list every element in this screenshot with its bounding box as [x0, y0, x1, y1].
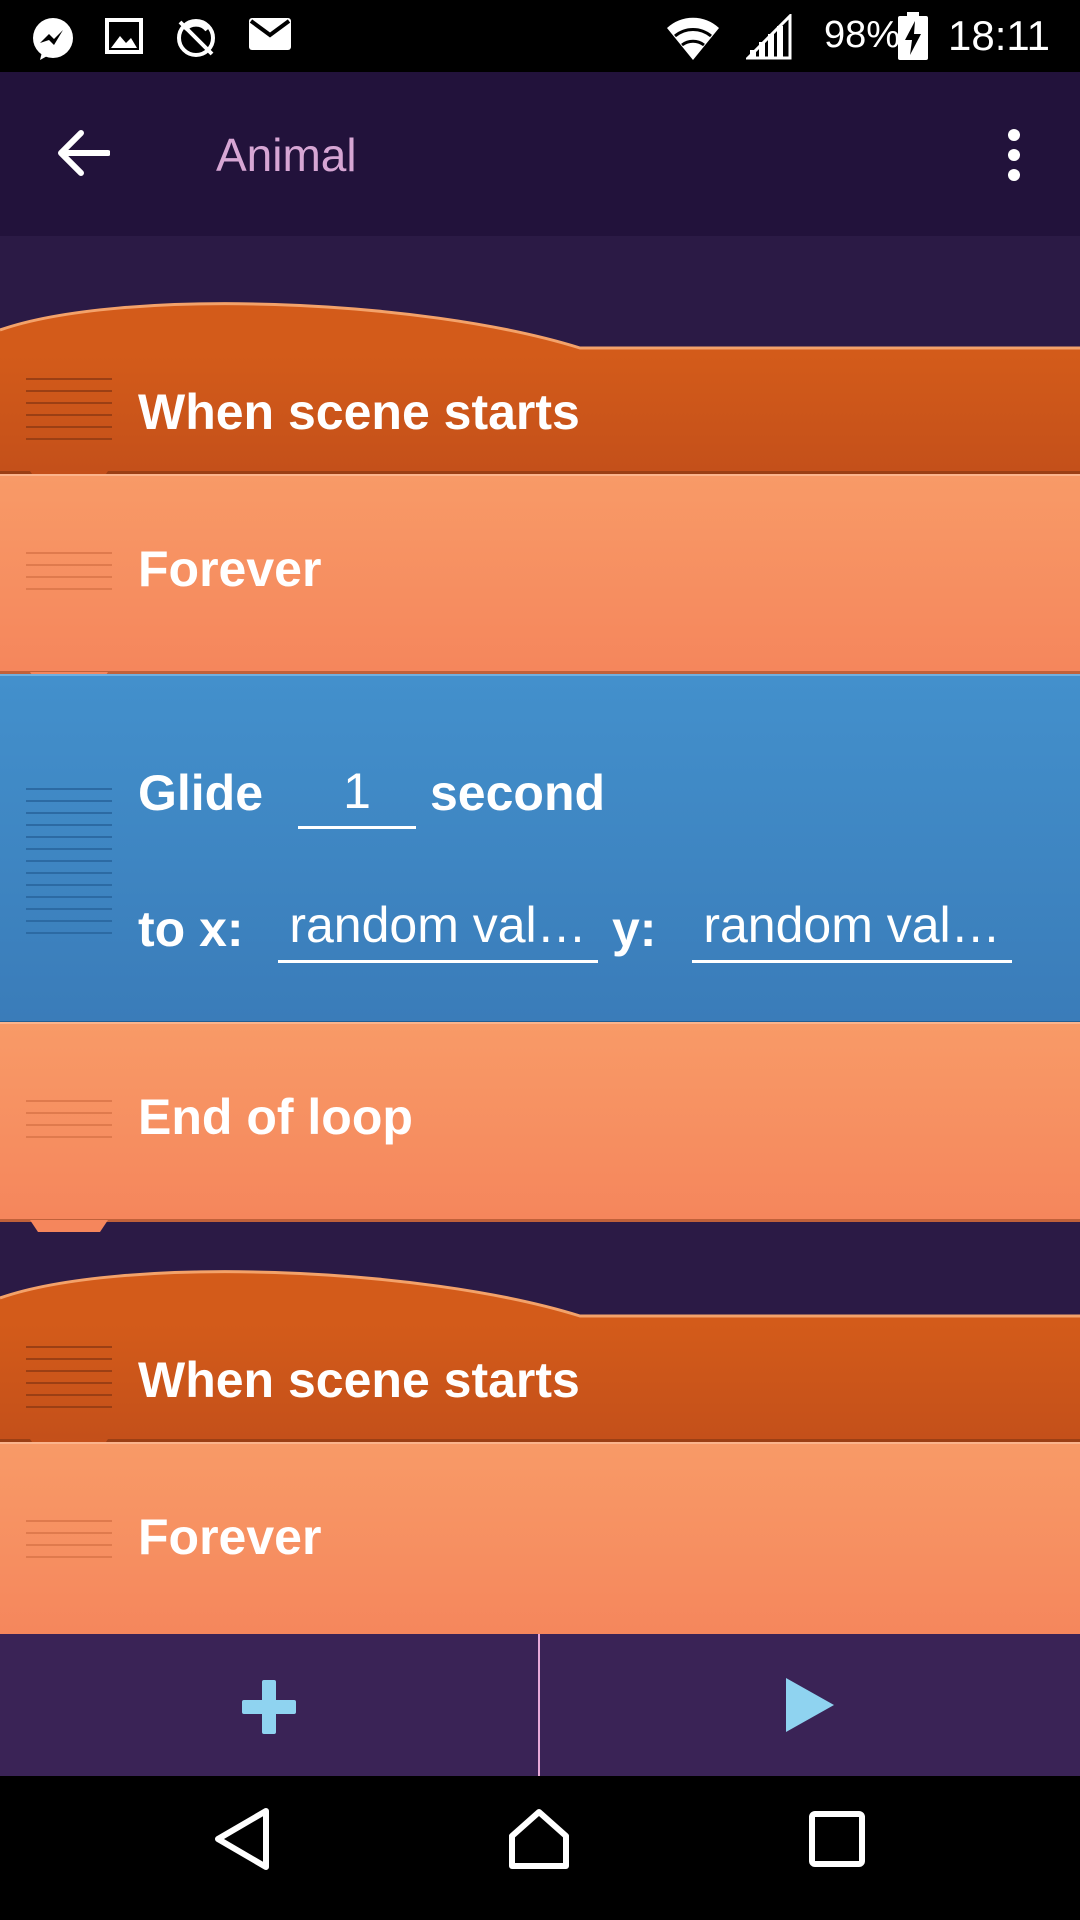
x-value-input[interactable]: random val… — [278, 896, 598, 963]
play-icon — [786, 1678, 834, 1732]
glide-brick[interactable]: Glide 1 second to x: random val… y: rand… — [0, 674, 1080, 1034]
drag-handle-icon[interactable] — [26, 1346, 112, 1418]
seconds-input[interactable]: 1 — [298, 762, 416, 829]
bottom-bar — [0, 1634, 1080, 1776]
more-vert-icon[interactable] — [1000, 128, 1028, 187]
gallery-icon — [104, 16, 144, 61]
plus-icon — [242, 1680, 296, 1734]
seconds-unit-label: second — [430, 765, 606, 821]
home-icon[interactable] — [506, 1806, 572, 1877]
messenger-icon — [30, 16, 76, 67]
brick-label: Forever — [138, 541, 322, 597]
arrow-back-icon[interactable] — [56, 128, 111, 183]
mail-icon — [248, 16, 292, 57]
recents-square-icon[interactable] — [808, 1810, 866, 1873]
signal-icon — [744, 12, 792, 65]
y-label: y: — [612, 901, 657, 957]
battery-charging-icon — [898, 12, 928, 65]
page-title: Animal — [216, 129, 357, 181]
to-x-label: to x: — [138, 901, 244, 957]
when-scene-starts-brick[interactable]: When scene starts — [0, 1264, 1080, 1451]
app-bar: Animal — [0, 72, 1080, 236]
brick-label: Forever — [138, 1509, 322, 1565]
brick-label: End of loop — [138, 1089, 413, 1145]
add-brick-button[interactable] — [0, 1634, 538, 1776]
system-nav-bar — [0, 1776, 1080, 1920]
forever-brick[interactable]: Forever — [0, 1442, 1080, 1636]
play-button[interactable] — [540, 1634, 1078, 1776]
drag-handle-icon[interactable] — [26, 788, 112, 944]
glide-label: Glide — [138, 765, 264, 821]
clock: 18:11 — [948, 12, 1050, 59]
drag-handle-icon[interactable] — [26, 1520, 112, 1568]
status-bar: 98% 18:11 — [0, 0, 1080, 72]
no-sync-icon — [174, 16, 218, 65]
battery-percent: 98% — [824, 14, 901, 56]
drag-handle-icon[interactable] — [26, 1100, 112, 1148]
forever-brick[interactable]: Forever — [0, 474, 1080, 684]
back-triangle-icon[interactable] — [212, 1806, 272, 1877]
brick-notch — [30, 1220, 108, 1232]
drag-handle-icon[interactable] — [26, 378, 112, 450]
brick-label: When scene starts — [138, 1352, 580, 1408]
drag-handle-icon[interactable] — [26, 552, 112, 600]
when-scene-starts-brick[interactable]: When scene starts — [0, 296, 1080, 483]
y-value-input[interactable]: random val… — [692, 896, 1012, 963]
brick-label: When scene starts — [138, 384, 580, 440]
script-canvas[interactable]: When scene starts Forever Glide 1 second… — [0, 236, 1080, 1636]
end-of-loop-brick[interactable]: End of loop — [0, 1022, 1080, 1232]
wifi-icon — [664, 14, 722, 67]
